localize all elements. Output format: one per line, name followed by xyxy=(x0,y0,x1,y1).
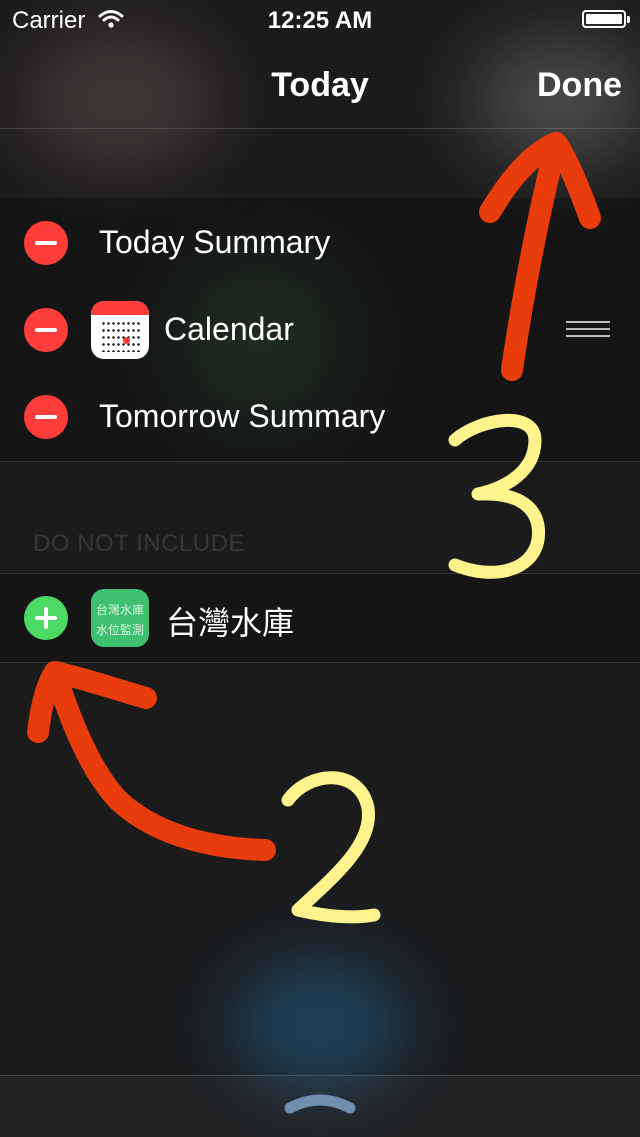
annotation-overlay xyxy=(27,132,601,924)
arrow-to-add-icon xyxy=(27,661,276,861)
step-3-label xyxy=(448,413,545,579)
arrow-to-done-icon xyxy=(479,132,601,381)
step-2-label xyxy=(281,771,381,924)
